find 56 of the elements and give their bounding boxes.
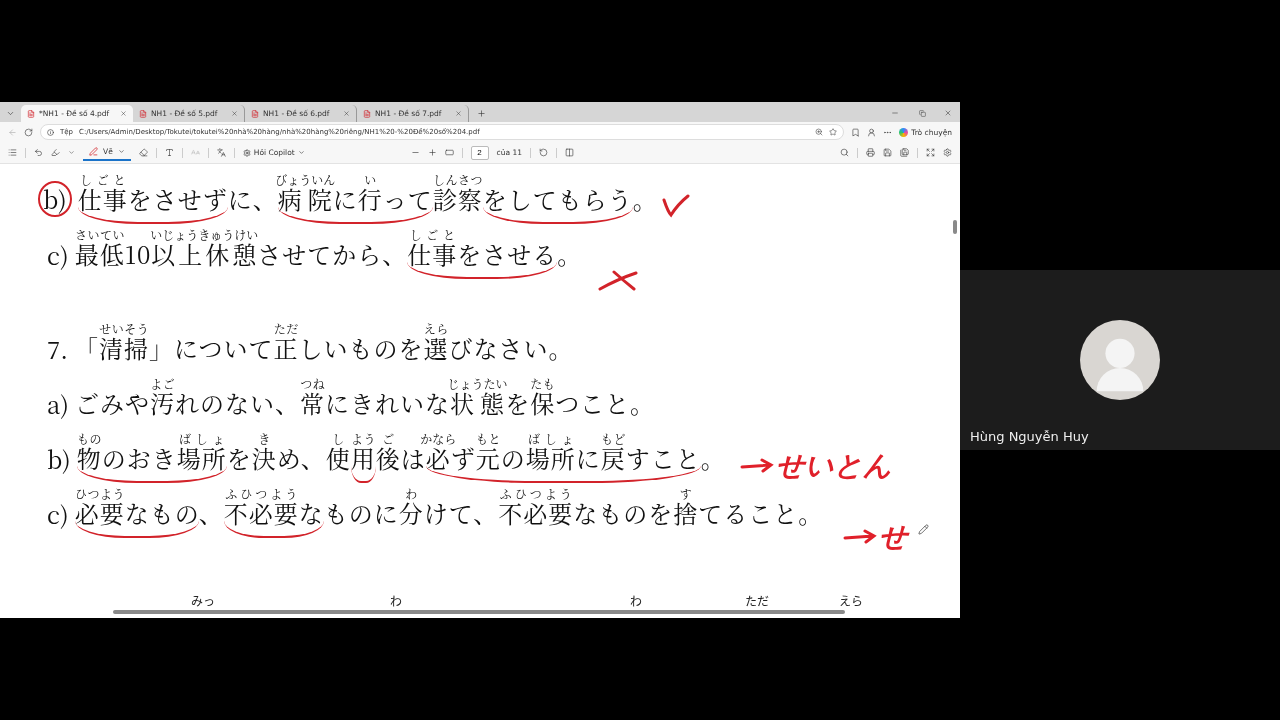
furigana-text: わ — [630, 592, 642, 609]
handwritten-note: せ — [879, 519, 909, 555]
close-icon[interactable] — [455, 110, 462, 117]
save-icon[interactable] — [883, 148, 892, 157]
pdf-icon — [139, 109, 147, 118]
two-page-icon[interactable] — [565, 148, 574, 157]
participant-name: Hùng Nguyễn Huy — [970, 429, 1089, 444]
furigana-text: ただ — [745, 592, 769, 609]
info-icon — [47, 128, 54, 136]
profile-icon[interactable] — [867, 127, 877, 137]
close-icon[interactable] — [944, 109, 952, 117]
zoom-icon[interactable] — [815, 128, 824, 136]
rotate-icon[interactable] — [539, 148, 548, 157]
eraser-icon[interactable] — [138, 148, 148, 157]
fit-page-icon[interactable] — [444, 148, 454, 157]
caret-icon[interactable] — [68, 149, 75, 156]
pdf-icon — [27, 109, 35, 118]
favorites-icon[interactable] — [851, 127, 861, 137]
highlighter-icon[interactable] — [51, 148, 60, 157]
arrow-mark — [843, 529, 878, 545]
page-field[interactable]: 2 — [470, 145, 489, 160]
new-tab-icon[interactable] — [477, 109, 486, 118]
search-icon[interactable] — [840, 148, 849, 157]
restore-icon[interactable] — [919, 110, 926, 117]
save-as-icon[interactable] — [900, 148, 909, 157]
tab-list-icon[interactable] — [6, 109, 15, 118]
close-icon[interactable] — [343, 110, 350, 117]
caret-icon — [297, 149, 305, 156]
furigana-text: みっ — [191, 592, 215, 609]
print-icon[interactable] — [866, 148, 875, 157]
pdf-icon — [251, 109, 259, 118]
check-mark — [661, 194, 690, 218]
scrollbar-thumb[interactable] — [953, 220, 957, 234]
close-icon[interactable] — [120, 110, 127, 117]
option-label: b) — [38, 181, 72, 217]
handwritten-note: せいとん — [775, 448, 892, 484]
star-icon[interactable] — [829, 128, 838, 136]
settings-icon[interactable] — [943, 148, 952, 157]
pen-cursor-icon — [918, 523, 930, 535]
fullscreen-icon[interactable] — [926, 148, 935, 157]
close-icon[interactable] — [231, 110, 238, 117]
option-label: 7. — [47, 337, 69, 361]
scrollbar-thumb[interactable] — [113, 610, 845, 614]
arrow-mark — [739, 458, 774, 474]
translate-icon[interactable] — [216, 148, 226, 157]
pen-icon — [89, 147, 98, 156]
cross-mark — [598, 269, 639, 291]
contents-icon[interactable] — [8, 148, 17, 157]
furigana-text: えら — [839, 592, 863, 609]
refresh-icon[interactable] — [24, 127, 33, 137]
caret-icon — [117, 148, 125, 155]
pdf-icon — [363, 109, 371, 118]
text-icon[interactable] — [164, 148, 174, 157]
zoom-in-icon[interactable] — [427, 148, 437, 157]
furigana-text: わ — [390, 592, 402, 609]
undo-icon[interactable] — [34, 148, 43, 157]
